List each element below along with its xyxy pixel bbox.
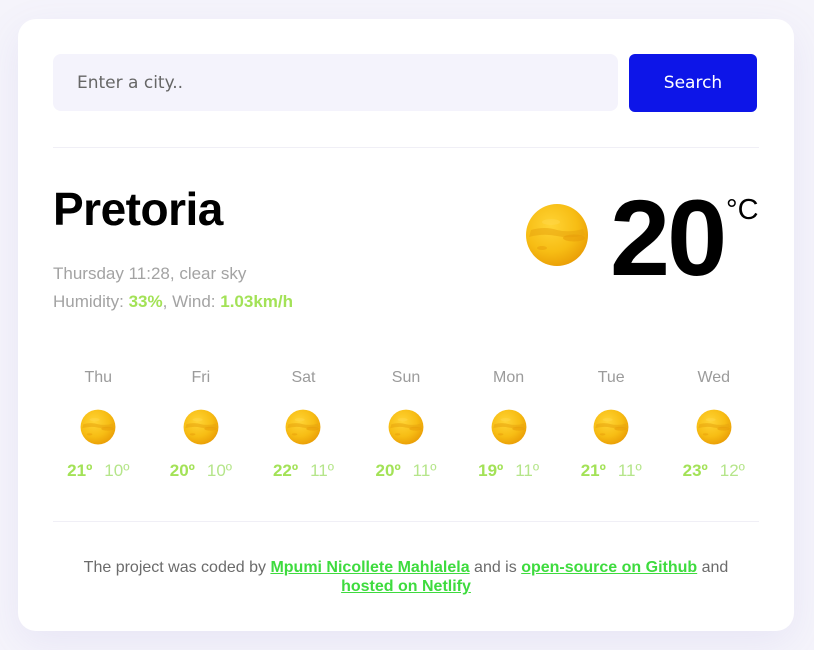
- forecast-min-temp: 10º: [104, 461, 130, 480]
- forecast-day-name: Sun: [391, 369, 421, 386]
- search-input[interactable]: [53, 54, 618, 111]
- current-datetime-description: Thursday 11:28, clear sky: [53, 264, 247, 283]
- humidity-value: 33%: [128, 292, 163, 311]
- city-name: Pretoria: [53, 183, 223, 235]
- forecast-max-temp: 20º: [375, 461, 401, 480]
- weather-card: Search Pretoria Thursday 11:28, clear sk…: [18, 19, 794, 631]
- github-link[interactable]: open-source on Github: [521, 559, 697, 576]
- forecast-day: Sun 20º 11º: [355, 369, 458, 481]
- sun-icon: [491, 409, 527, 445]
- forecast-max-temp: 22º: [272, 461, 299, 480]
- footer: The project was coded by Mpumi Nicollete…: [58, 558, 754, 596]
- forecast-min-temp: 10º: [206, 461, 232, 480]
- forecast-day: Fri 20º 10º: [150, 369, 253, 481]
- sun-icon: [525, 203, 589, 267]
- forecast-day: Tue 21º 11º: [560, 369, 663, 481]
- netlify-link[interactable]: hosted on Netlify: [341, 578, 471, 595]
- forecast-max-temp: 20º: [169, 461, 195, 480]
- forecast-min-temp: 12º: [719, 461, 745, 480]
- divider: [53, 147, 759, 148]
- footer-text: and is: [469, 559, 522, 576]
- sun-icon: [593, 409, 629, 445]
- current-conditions: Humidity: 33%, Wind: 1.03km/h: [53, 292, 293, 312]
- forecast-day: Wed 23º 12º: [662, 369, 765, 481]
- forecast-day: Mon 19º 11º: [457, 369, 560, 481]
- forecast-max-temp: 21º: [580, 461, 606, 480]
- forecast-day: Sat 22º 11º: [252, 369, 355, 481]
- sun-icon: [696, 409, 732, 445]
- forecast-max-temp: 19º: [478, 461, 504, 480]
- forecast-max-temp: 21º: [67, 461, 93, 480]
- forecast-min-temp: 11º: [310, 461, 334, 480]
- forecast-min-temp: 11º: [515, 461, 540, 480]
- forecast-day-name: Tue: [597, 369, 625, 386]
- forecast-day-name: Sat: [291, 369, 316, 386]
- temperature-unit: °C: [726, 194, 759, 226]
- sun-icon: [285, 409, 321, 445]
- forecast-max-temp: 23º: [682, 461, 708, 480]
- divider: [53, 521, 759, 522]
- forecast-min-temp: 11º: [412, 461, 437, 480]
- forecast-day-name: Wed: [697, 369, 731, 386]
- forecast-day-name: Thu: [84, 369, 113, 386]
- forecast-day: Thu 21º 10º: [47, 369, 150, 481]
- forecast: Thu 21º 10º Fri 20º 10º Sat 22º 11º Sun 20º…: [47, 369, 765, 481]
- wind-label: Wind:: [172, 292, 221, 311]
- footer-text: and: [697, 559, 729, 576]
- forecast-day-name: Fri: [191, 369, 211, 386]
- wind-value: 1.03km/h: [220, 292, 294, 311]
- humidity-label: Humidity:: [53, 292, 129, 311]
- author-link[interactable]: Mpumi Nicollete Mahlalela: [270, 559, 469, 576]
- current-temperature: 20: [610, 177, 727, 298]
- forecast-day-name: Mon: [493, 369, 525, 386]
- separator: ,: [162, 292, 173, 311]
- footer-text: The project was coded by: [83, 559, 271, 576]
- sun-icon: [388, 409, 424, 445]
- sun-icon: [80, 409, 116, 445]
- search-button[interactable]: Search: [629, 54, 757, 112]
- forecast-min-temp: 11º: [617, 461, 642, 480]
- sun-icon: [183, 409, 219, 445]
